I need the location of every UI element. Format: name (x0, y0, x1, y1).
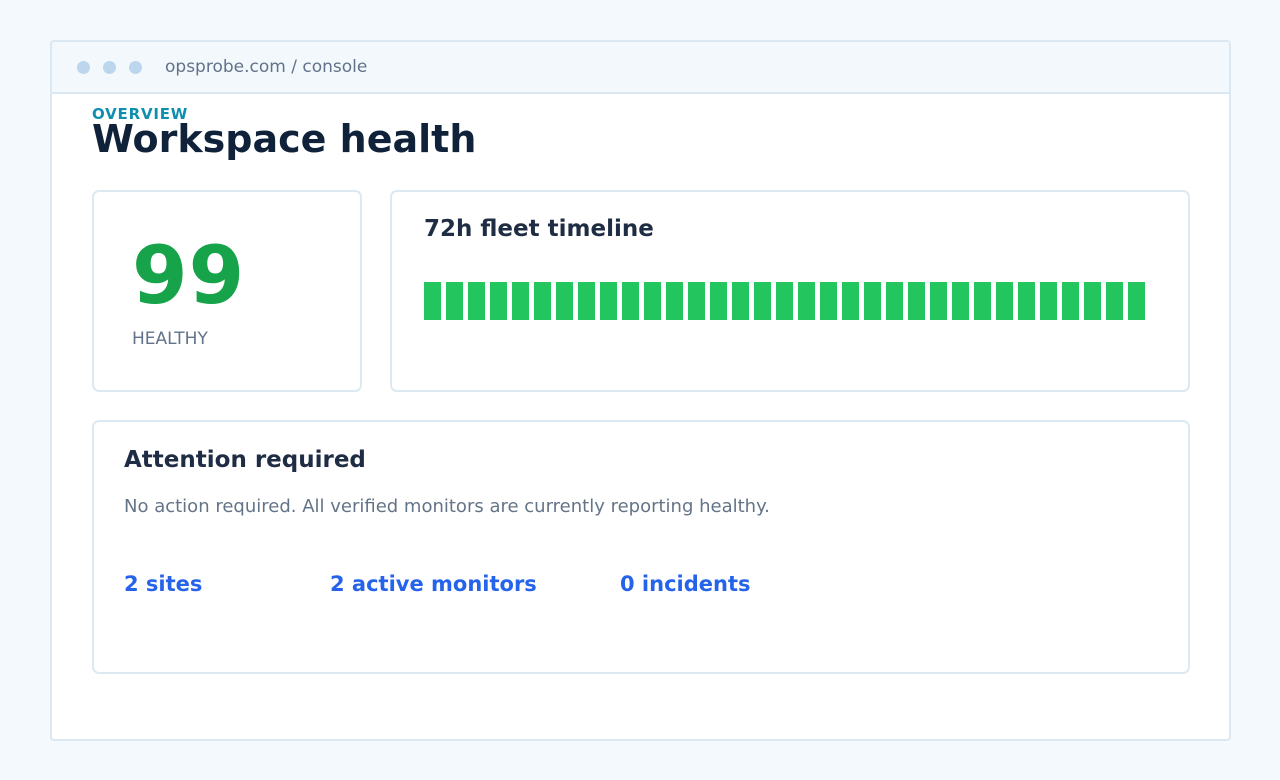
timeline-segment[interactable] (688, 282, 705, 320)
timeline-segment[interactable] (776, 282, 793, 320)
timeline-segment[interactable] (1018, 282, 1035, 320)
timeline-segment[interactable] (1128, 282, 1145, 320)
timeline-segment[interactable] (864, 282, 881, 320)
timeline-segment[interactable] (820, 282, 837, 320)
timeline-segment[interactable] (1062, 282, 1079, 320)
timeline-segment[interactable] (534, 282, 551, 320)
incidents-count-link[interactable]: 0 incidents (620, 572, 750, 596)
window-dot-icon (129, 61, 142, 74)
timeline-segment[interactable] (600, 282, 617, 320)
timeline-segment[interactable] (930, 282, 947, 320)
timeline-segment[interactable] (1106, 282, 1123, 320)
health-score-value: 99 (132, 229, 246, 322)
timeline-segment[interactable] (754, 282, 771, 320)
health-score-label: HEALTHY (132, 329, 208, 349)
window-dot-icon (77, 61, 90, 74)
timeline-segment[interactable] (974, 282, 991, 320)
timeline-segment[interactable] (622, 282, 639, 320)
timeline-segment[interactable] (556, 282, 573, 320)
timeline-segment[interactable] (666, 282, 683, 320)
timeline-segment[interactable] (644, 282, 661, 320)
attention-message: No action required. All verified monitor… (124, 496, 770, 517)
attention-title: Attention required (124, 447, 366, 473)
page-title: Workspace health (92, 117, 477, 161)
timeline-segment[interactable] (578, 282, 595, 320)
window-titlebar: opsprobe.com / console (52, 42, 1229, 94)
timeline-segment[interactable] (996, 282, 1013, 320)
health-score-card: 99 HEALTHY (92, 190, 362, 392)
timeline-title: 72h fleet timeline (424, 216, 654, 242)
sites-count-link[interactable]: 2 sites (124, 572, 202, 596)
timeline-segment[interactable] (732, 282, 749, 320)
browser-window: opsprobe.com / console OVERVIEW Workspac… (50, 40, 1231, 741)
timeline-segment[interactable] (446, 282, 463, 320)
timeline-segment[interactable] (710, 282, 727, 320)
address-bar[interactable]: opsprobe.com / console (165, 57, 367, 77)
timeline-segment[interactable] (1084, 282, 1101, 320)
timeline-segment[interactable] (798, 282, 815, 320)
timeline-segment[interactable] (468, 282, 485, 320)
fleet-timeline-card: 72h fleet timeline (390, 190, 1190, 392)
timeline-segment[interactable] (908, 282, 925, 320)
timeline-segment[interactable] (490, 282, 507, 320)
timeline-segment[interactable] (512, 282, 529, 320)
timeline-segment[interactable] (1040, 282, 1057, 320)
timeline-segment[interactable] (424, 282, 441, 320)
window-dot-icon (103, 61, 116, 74)
timeline-segment[interactable] (952, 282, 969, 320)
monitors-count-link[interactable]: 2 active monitors (330, 572, 537, 596)
attention-card: Attention required No action required. A… (92, 420, 1190, 674)
timeline-segment[interactable] (886, 282, 903, 320)
timeline-segment[interactable] (842, 282, 859, 320)
